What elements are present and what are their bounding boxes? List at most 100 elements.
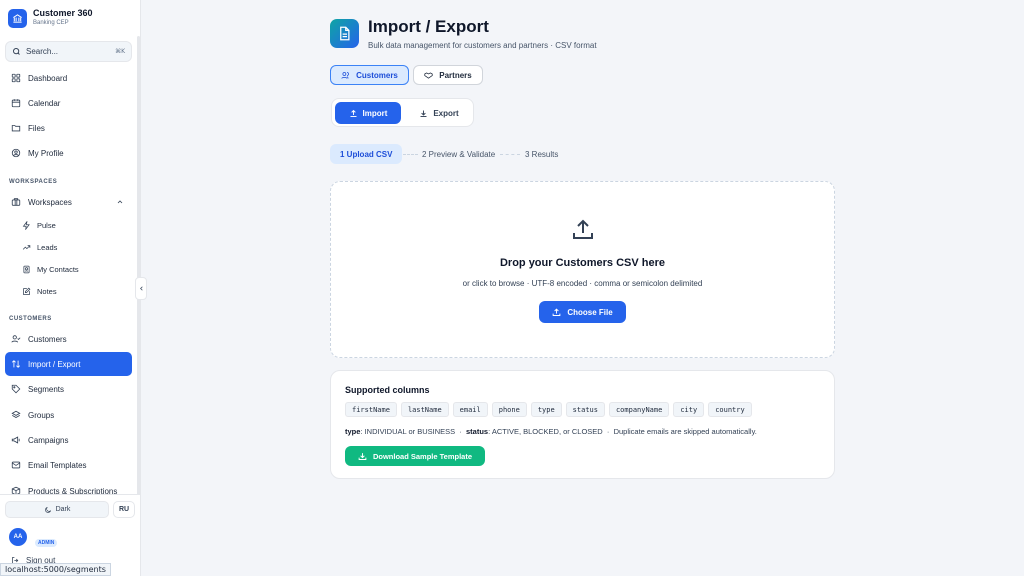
mail-icon [11,461,21,469]
separator: · [459,427,462,436]
step-connector [500,154,520,155]
calendar-icon [11,99,21,108]
language-button[interactable]: RU [113,501,135,518]
column-chip: lastName [400,402,449,417]
search-icon [13,48,20,55]
type-label: type [345,427,361,436]
import-mode-button[interactable]: Import [335,102,401,124]
sidebar-item-email-templates[interactable]: Email Templates [5,454,132,476]
sidebar-item-files[interactable]: Files [5,117,132,139]
theme-toggle-button[interactable]: Dark [5,501,109,518]
sidebar-item-calendar[interactable]: Calendar [5,92,132,114]
sidebar-item-leads[interactable]: Leads [16,236,126,258]
moon-icon [44,506,51,513]
tab-label: Customers [356,70,398,80]
user-circle-icon [11,148,21,158]
step-preview-validate: 2 Preview & Validate [422,149,496,159]
sidebar-item-label: Email Templates [28,460,87,470]
export-mode-button[interactable]: Export [406,102,472,124]
brand-subtitle: Banking CEP [33,20,69,26]
mode-label: Export [433,108,459,118]
sidebar-item-label: Segments [28,384,65,394]
tag-icon [11,384,21,394]
search-placeholder: Search... [26,47,59,56]
avatar[interactable]: AA [9,528,27,546]
user-check-icon [11,335,21,343]
sidebar-item-segments[interactable]: Segments [5,378,132,400]
sidebar-item-label: Import / Export [28,359,81,369]
sidebar-item-label: Dashboard [28,73,68,83]
grid-icon [11,73,21,83]
sidebar-group-workspaces[interactable]: Workspaces [5,191,132,213]
status-label: status [466,427,489,436]
column-chip: phone [491,402,527,417]
sidebar-item-my-contacts[interactable]: My Contacts [16,258,126,280]
arrows-up-down-icon [11,360,21,368]
sidebar-item-customers[interactable]: Customers [5,328,132,350]
step-upload-csv: 1 Upload CSV [330,144,403,164]
sidebar: Customer 360 Banking CEP Search... ⌘K Da… [0,0,141,576]
search-shortcut: ⌘K [115,48,125,55]
sidebar-scrollbar[interactable] [137,36,140,496]
tab-label: Partners [439,70,472,80]
download-sample-button[interactable]: Download Sample Template [345,446,485,466]
upload-icon [350,109,357,117]
search-input[interactable]: Search... ⌘K [5,41,132,62]
choose-file-button[interactable]: Choose File [539,301,626,323]
column-chip: companyName [608,402,670,417]
bank-icon [8,8,27,28]
tab-partners[interactable]: Partners [413,65,483,85]
column-chip: firstName [345,402,397,417]
sparkle-icon [22,220,30,230]
sidebar-item-label: Groups [28,410,55,420]
status-values: : ACTIVE, BLOCKED, or CLOSED [488,427,603,436]
briefcase-icon [11,198,21,206]
sidebar-item-label: Pulse [37,220,56,230]
sidebar-item-notes[interactable]: Notes [16,280,126,302]
upload-icon [552,307,561,316]
supported-columns-title: Supported columns [345,385,430,395]
contact-book-icon [23,265,30,273]
step-connector [403,154,418,155]
page-subtitle: Bulk data management for customers and p… [368,41,597,50]
columns-help-text: type: INDIVIDUAL or BUSINESS · status: A… [345,427,757,436]
type-values: : INDIVIDUAL or BUSINESS [360,427,456,436]
sidebar-item-pulse[interactable]: Pulse [16,214,126,236]
dropzone-subtitle: or click to browse · UTF-8 encoded · com… [462,279,703,288]
tab-customers[interactable]: Customers [330,65,409,85]
csv-dropzone[interactable]: Drop your Customers CSV here or click to… [330,181,835,358]
page-title: Import / Export [368,17,489,36]
choose-file-label: Choose File [567,307,613,317]
section-label-customers: CUSTOMERS [9,316,52,322]
chevron-left-icon [139,286,143,291]
role-badge: ADMIN [35,539,58,547]
separator: · [606,427,610,436]
chevron-up-icon [117,200,123,204]
mode-switch: Import Export [331,98,474,127]
sidebar-item-my-profile[interactable]: My Profile [5,142,132,164]
sidebar-item-label: Files [28,123,45,133]
section-label-workspaces: WORKSPACES [9,179,58,185]
column-chip: city [673,402,705,417]
brand[interactable]: Customer 360 Banking CEP [8,8,93,28]
users-icon [341,71,349,79]
download-icon [358,452,367,460]
step-results: 3 Results [525,149,559,159]
column-chip: status [565,402,605,417]
column-chips: firstName lastName email phone type stat… [345,402,752,417]
status-bar-url: localhost:5000/segments [0,563,111,576]
sidebar-item-groups[interactable]: Groups [5,404,132,426]
sidebar-item-import-export[interactable]: Import / Export [5,352,132,376]
supported-columns-card: Supported columns firstName lastName ema… [330,370,835,479]
sidebar-item-label: Customers [28,334,67,344]
sidebar-item-dashboard[interactable]: Dashboard [5,67,132,89]
sidebar-item-campaigns[interactable]: Campaigns [5,429,132,451]
sidebar-item-label: Workspaces [28,197,72,207]
document-icon [330,19,359,48]
edit-note-icon [23,287,31,295]
sidebar-item-label: Leads [37,242,58,252]
sidebar-item-label: My Contacts [37,264,79,274]
layers-icon [11,410,21,418]
dropzone-title: Drop your Customers CSV here [499,257,666,269]
sidebar-collapse-button[interactable] [135,277,147,300]
